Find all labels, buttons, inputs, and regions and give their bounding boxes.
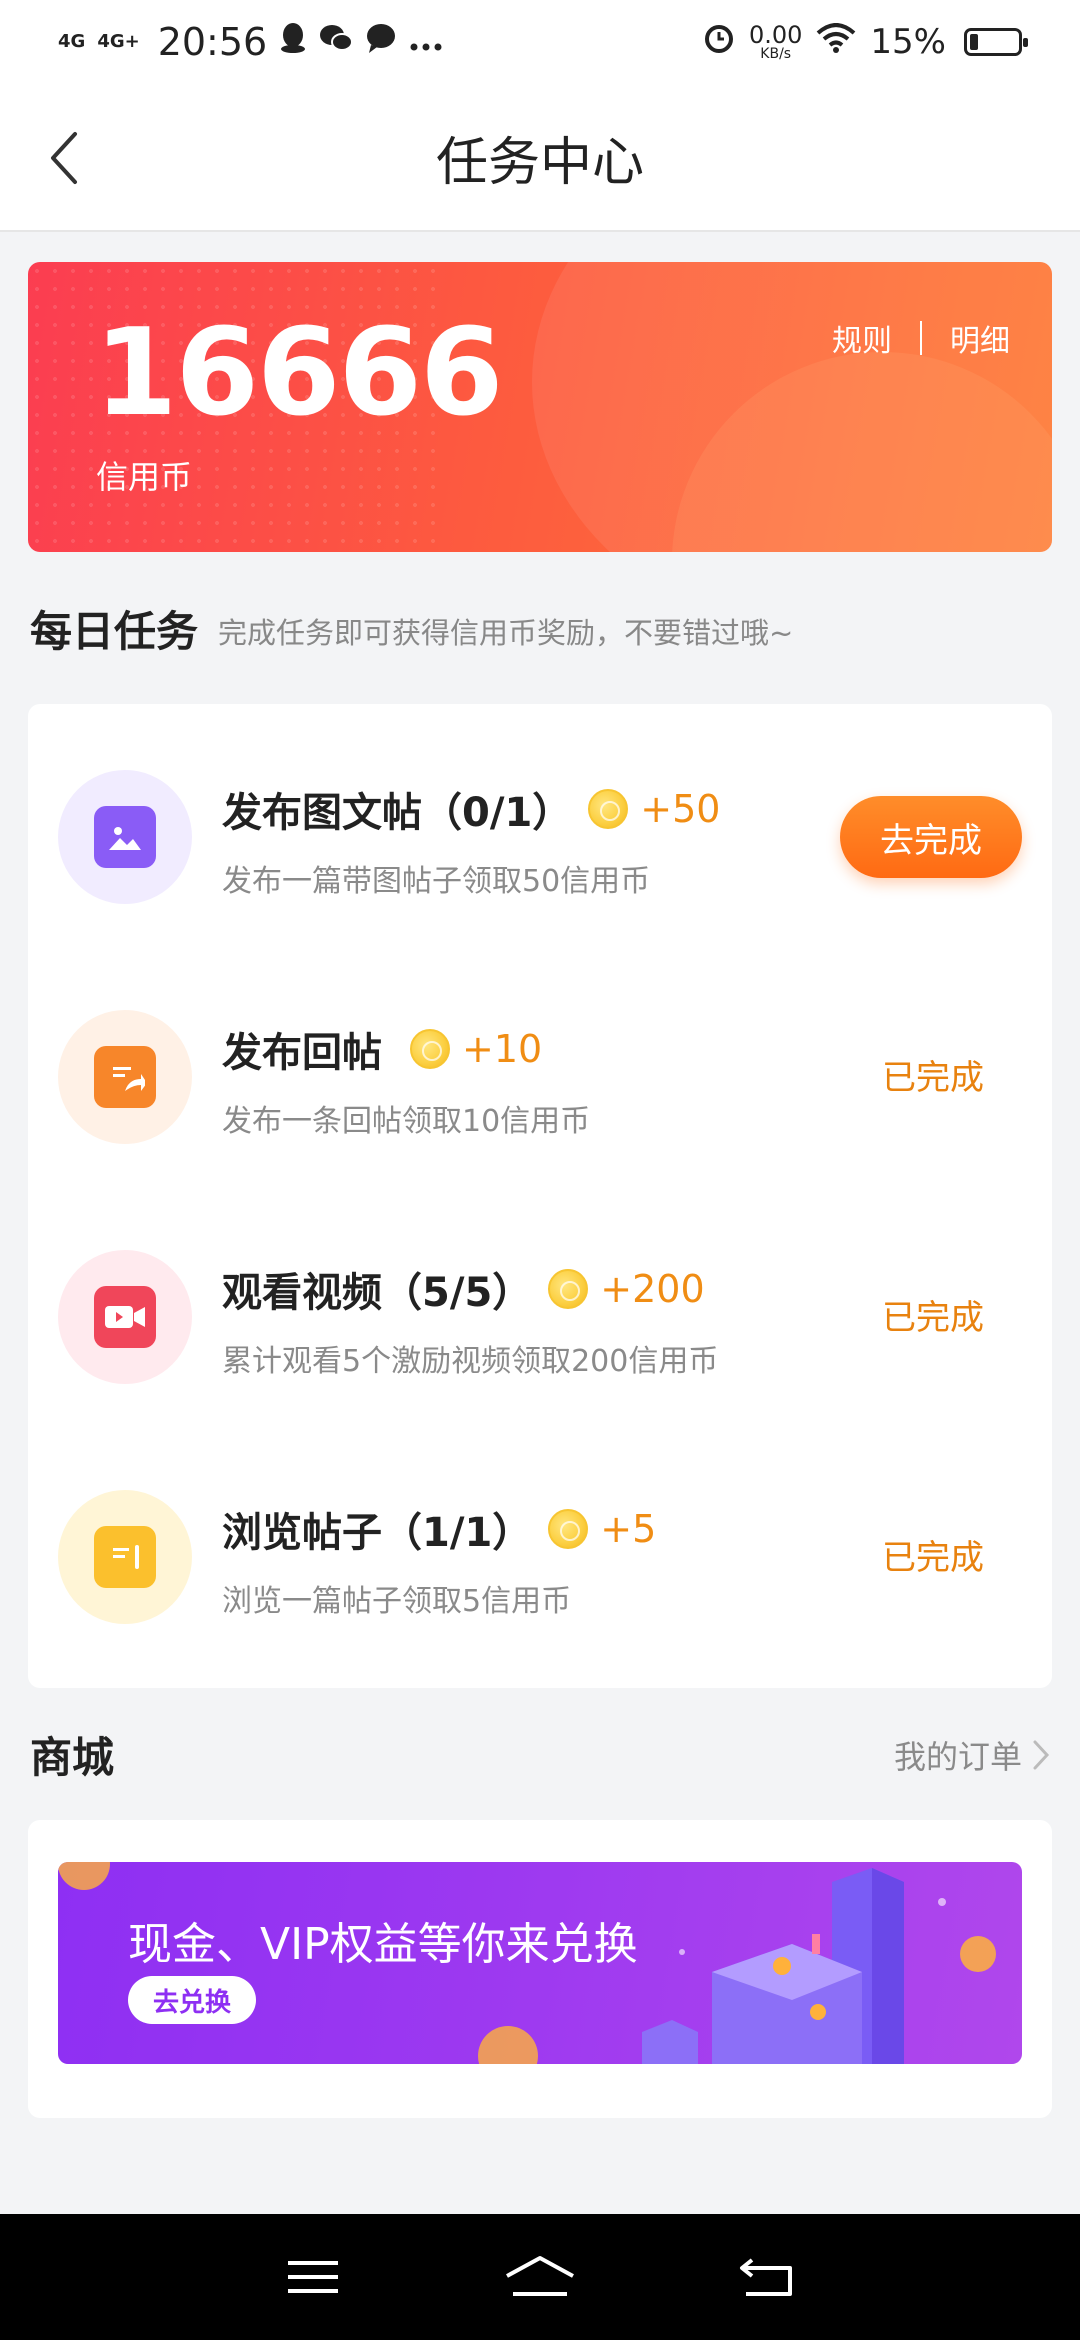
coin-icon (548, 1509, 589, 1549)
exchange-button[interactable]: 去兑换 (128, 1976, 256, 2024)
reward-value: +200 (600, 1267, 705, 1311)
mall-card: 现金、VIP权益等你来兑换 去兑换 (28, 1820, 1052, 2118)
links-divider (920, 321, 922, 355)
network-speed-value: 0.00 (748, 21, 803, 49)
reward-value: +50 (640, 787, 721, 831)
nav-bar: 任务中心 (0, 84, 1080, 232)
network-speed-unit: KB/s (760, 46, 792, 62)
task-center-page: 4G 4G+ 20:56 0.00 KB/s 15% 任务中心 16666 信用… (0, 0, 1080, 2340)
wechat-icon (319, 23, 354, 61)
back-button[interactable] (36, 124, 92, 192)
task-title-row: 发布回帖 +10 (222, 1020, 542, 1078)
task-description: 累计观看5个激励视频领取200信用币 (222, 1344, 719, 1379)
task-description: 发布一篇带图帖子领取50信用币 (222, 864, 651, 899)
task-title: 观看视频（5/5） (222, 1270, 533, 1316)
task-title: 发布回帖 (222, 1030, 382, 1076)
page-title: 任务中心 (435, 132, 644, 193)
alarm-icon (703, 22, 735, 62)
menu-button[interactable] (273, 2247, 353, 2307)
my-orders-link[interactable]: 我的订单 (894, 1732, 1050, 1778)
task-reward: +200 (548, 1267, 705, 1311)
task-icon-circle (58, 1490, 192, 1624)
credit-label: 信用币 (96, 458, 193, 496)
building-illustration-icon (642, 1868, 946, 2064)
return-arrow-icon (739, 2258, 792, 2296)
completed-label: 已完成 (882, 1058, 984, 1098)
my-orders-label: 我的订单 (893, 1738, 1022, 1776)
task-title-row: 浏览帖子（1/1） +5 (222, 1500, 656, 1558)
task-icon-circle (58, 770, 192, 904)
task-reward: +5 (548, 1507, 656, 1551)
go-complete-button[interactable]: 去完成 (840, 796, 1022, 878)
task-item: 浏览帖子（1/1） +5 浏览一篇帖子领取5信用币 已完成 (28, 1424, 1052, 1664)
reply-post-icon (94, 1046, 156, 1108)
battery-percent: 15% (870, 22, 946, 62)
home-button[interactable] (500, 2247, 580, 2307)
task-item: 观看视频（5/5） +200 累计观看5个激励视频领取200信用币 已完成 (28, 1184, 1052, 1424)
network-indicator-1: 4G (58, 31, 86, 52)
system-navigation-bar (0, 2214, 1080, 2340)
qq-icon (279, 22, 307, 62)
rules-link[interactable]: 规则 (832, 316, 892, 360)
message-icon (365, 23, 397, 61)
daily-tasks-title: 每日任务 (30, 607, 199, 656)
daily-tasks-subtitle: 完成任务即可获得信用币奖励，不要错过哦~ (218, 616, 794, 650)
status-time: 20:56 (157, 20, 268, 64)
credit-amount: 16666 (94, 304, 503, 443)
wifi-icon (816, 23, 856, 61)
status-left: 4G 4G+ 20:56 (58, 20, 443, 64)
home-icon (506, 2256, 574, 2296)
battery-icon (964, 28, 1028, 56)
video-camera-icon (94, 1286, 156, 1348)
task-item: 发布图文帖（0/1） +50 发布一篇带图帖子领取50信用币 去完成 (28, 704, 1052, 944)
task-icon-circle (58, 1010, 192, 1144)
network-indicator-2: 4G+ (97, 31, 140, 52)
reward-value: +5 (600, 1507, 657, 1551)
chevron-right-icon (1033, 1740, 1050, 1770)
task-title-row: 发布图文帖（0/1） +50 (222, 780, 720, 838)
back-arrow-icon (51, 132, 77, 184)
task-description: 发布一条回帖领取10信用币 (222, 1104, 591, 1139)
mall-title: 商城 (30, 1733, 115, 1782)
credit-balance-card: 16666 信用币 规则 明细 (28, 262, 1052, 552)
task-item: 发布回帖 +10 发布一条回帖领取10信用币 已完成 (28, 944, 1052, 1184)
image-icon (94, 806, 156, 868)
coin-icon (588, 789, 629, 829)
banner-text: 现金、VIP权益等你来兑换 (128, 1919, 638, 1970)
reward-value: +10 (462, 1027, 543, 1071)
task-reward: +50 (588, 787, 720, 831)
credit-links: 规则 明细 (832, 316, 1010, 360)
task-title: 发布图文帖（0/1） (222, 790, 573, 836)
more-dots-icon (409, 25, 443, 60)
daily-tasks-list: 发布图文帖（0/1） +50 发布一篇带图帖子领取50信用币 去完成 发布回帖 (28, 704, 1052, 1688)
completed-label: 已完成 (882, 1298, 984, 1338)
task-title: 浏览帖子（1/1） (222, 1510, 533, 1556)
status-right: 0.00 KB/s 15% (703, 22, 1028, 62)
mall-exchange-banner[interactable]: 现金、VIP权益等你来兑换 去兑换 (58, 1862, 1022, 2064)
completed-label: 已完成 (882, 1538, 984, 1578)
task-description: 浏览一篇帖子领取5信用币 (222, 1584, 572, 1619)
task-title-row: 观看视频（5/5） +200 (222, 1260, 705, 1318)
network-speed: 0.00 KB/s (749, 23, 802, 61)
task-icon-circle (58, 1250, 192, 1384)
task-reward: +10 (410, 1027, 542, 1071)
detail-link[interactable]: 明细 (950, 316, 1010, 360)
browse-post-icon (94, 1526, 156, 1588)
menu-lines-icon (288, 2261, 339, 2293)
coin-icon (548, 1269, 589, 1309)
status-bar: 4G 4G+ 20:56 0.00 KB/s 15% (0, 0, 1080, 84)
return-button[interactable] (727, 2247, 807, 2307)
coin-icon (410, 1029, 450, 1069)
